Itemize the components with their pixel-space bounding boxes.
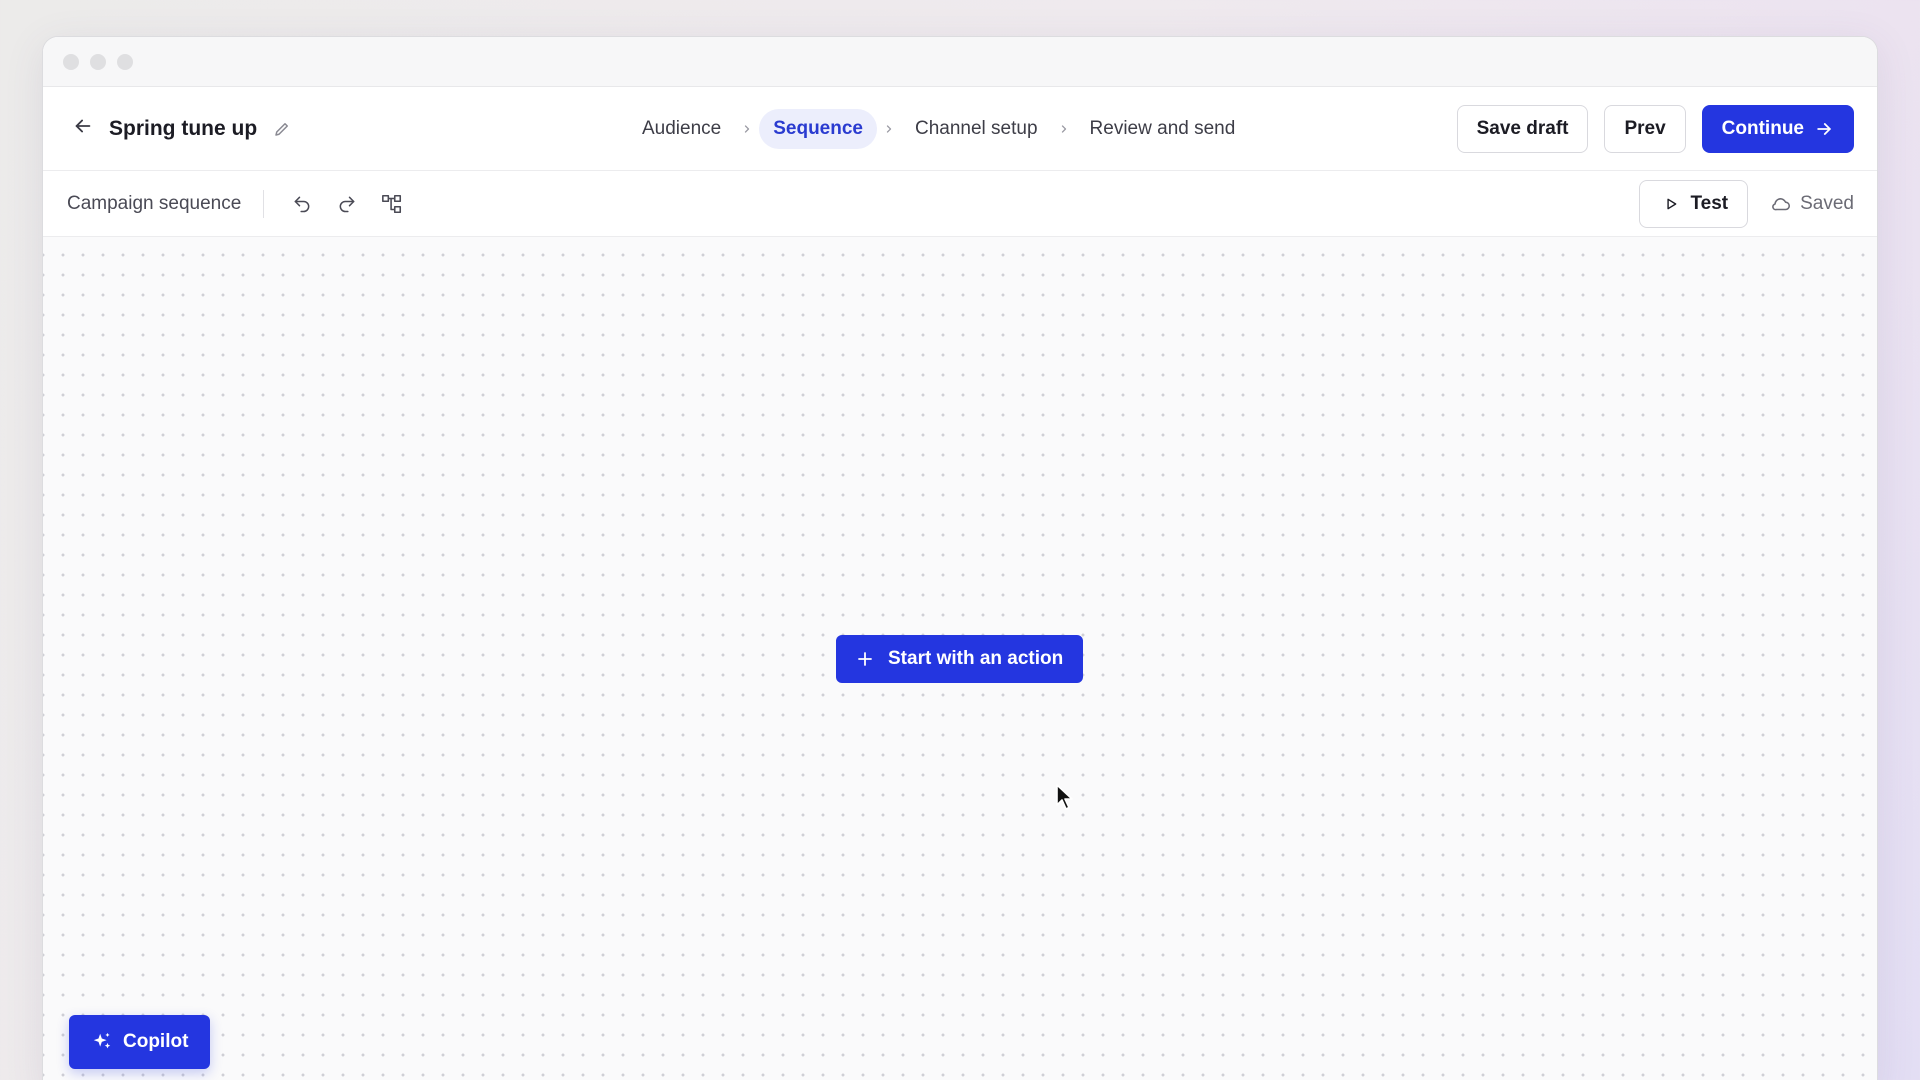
redo-icon[interactable] xyxy=(331,188,363,220)
header-actions: Save draft Prev Continue xyxy=(1456,105,1854,153)
pencil-icon[interactable] xyxy=(271,118,293,140)
test-label: Test xyxy=(1690,193,1729,214)
save-status-label: Saved xyxy=(1800,193,1854,214)
cloud-icon xyxy=(1770,193,1792,215)
step-channel-setup[interactable]: Channel setup xyxy=(901,109,1052,149)
plus-icon xyxy=(856,650,874,668)
arrow-right-icon xyxy=(1814,119,1834,139)
continue-button[interactable]: Continue xyxy=(1701,105,1854,153)
window-titlebar xyxy=(43,37,1877,87)
toolbar-right: Test Saved xyxy=(1639,180,1854,228)
continue-label: Continue xyxy=(1721,118,1804,139)
toolbar-title: Campaign sequence xyxy=(67,192,242,214)
chevron-right-icon xyxy=(1058,123,1070,135)
tree-layout-icon[interactable] xyxy=(376,188,408,220)
app-window: Spring tune up Audience Sequence Channel… xyxy=(42,36,1878,1080)
campaign-title: Spring tune up xyxy=(109,116,258,140)
undo-icon[interactable] xyxy=(286,188,318,220)
sparkles-icon xyxy=(91,1031,113,1053)
step-review-and-send[interactable]: Review and send xyxy=(1076,109,1250,149)
start-with-action-label: Start with an action xyxy=(888,648,1064,669)
copilot-button[interactable]: Copilot xyxy=(69,1015,211,1069)
chevron-right-icon xyxy=(741,123,753,135)
sequence-toolbar: Campaign sequence Test Saved xyxy=(43,171,1877,237)
save-status: Saved xyxy=(1770,193,1854,215)
sequence-canvas[interactable]: Start with an action Copilot xyxy=(43,237,1877,1080)
toolbar-divider xyxy=(263,189,265,218)
mouse-cursor-icon xyxy=(1055,783,1077,816)
campaign-header: Spring tune up Audience Sequence Channel… xyxy=(43,87,1877,171)
window-close-dot[interactable] xyxy=(63,53,79,70)
step-audience[interactable]: Audience xyxy=(628,109,735,149)
start-with-action-button[interactable]: Start with an action xyxy=(836,635,1084,683)
step-sequence[interactable]: Sequence xyxy=(759,109,877,149)
copilot-label: Copilot xyxy=(123,1031,189,1052)
chevron-right-icon xyxy=(883,123,895,135)
window-minimize-dot[interactable] xyxy=(90,53,106,70)
window-zoom-dot[interactable] xyxy=(117,53,133,70)
back-button[interactable] xyxy=(67,113,99,145)
step-navigation: Audience Sequence Channel setup Review a… xyxy=(628,87,1249,171)
play-icon xyxy=(1664,197,1678,211)
arrow-left-icon xyxy=(72,115,94,142)
prev-button[interactable]: Prev xyxy=(1604,105,1686,153)
test-button[interactable]: Test xyxy=(1639,180,1749,228)
save-draft-button[interactable]: Save draft xyxy=(1456,105,1589,153)
